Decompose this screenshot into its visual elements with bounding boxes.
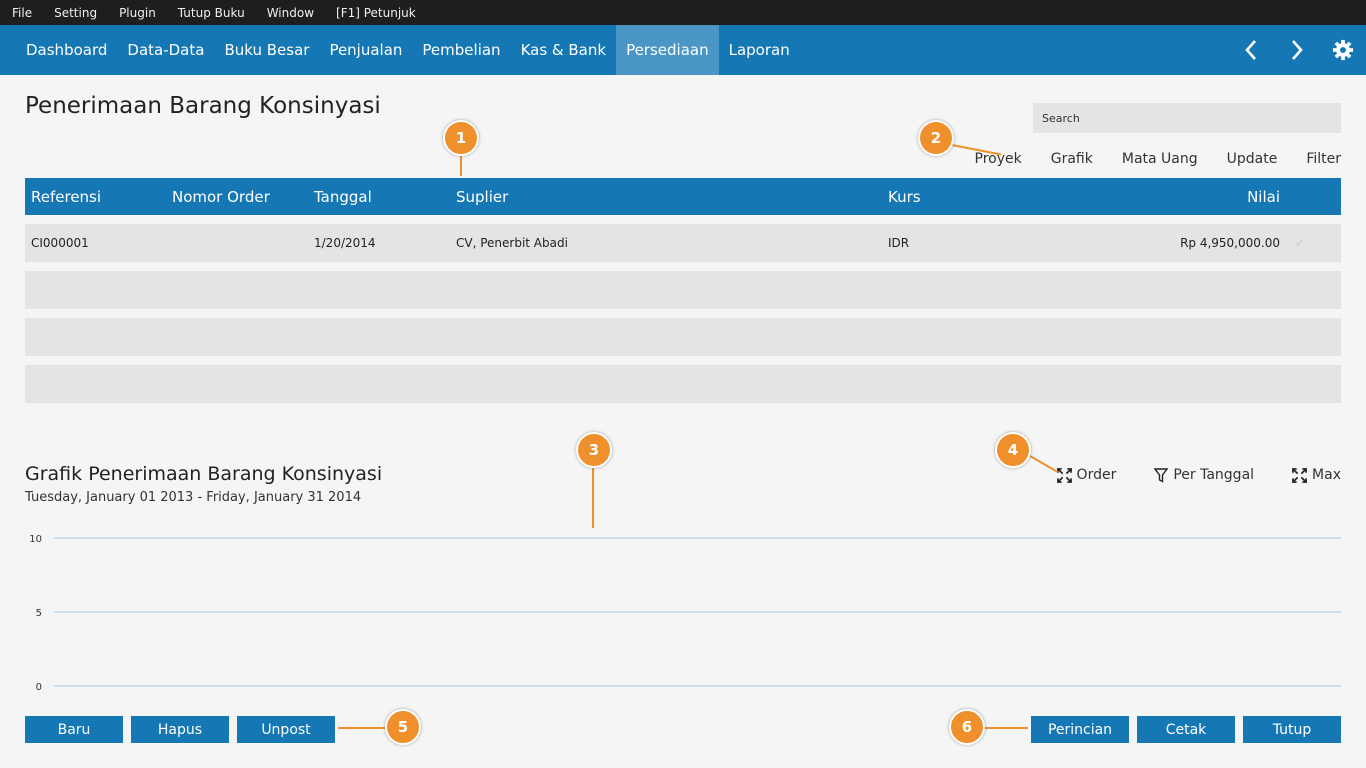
y-tick-label: 0 bbox=[36, 682, 42, 693]
menu-tutup-buku[interactable]: Tutup Buku bbox=[178, 6, 245, 20]
expand-icon bbox=[1056, 467, 1072, 483]
table-row-empty bbox=[25, 271, 1341, 309]
cetak-button[interactable]: Cetak bbox=[1137, 716, 1235, 743]
col-header-kurs[interactable]: Kurs bbox=[888, 188, 921, 206]
perincian-button[interactable]: Perincian bbox=[1031, 716, 1129, 743]
toolbar-grafik[interactable]: Grafik bbox=[1051, 151, 1093, 167]
callout-line-3 bbox=[592, 468, 594, 528]
cell-kurs: IDR bbox=[888, 236, 910, 250]
page-title: Penerimaan Barang Konsinyasi bbox=[25, 93, 381, 119]
nav-right-controls bbox=[1228, 25, 1366, 75]
callout-badge-1: 1 bbox=[443, 120, 479, 156]
search-input[interactable] bbox=[1033, 103, 1341, 133]
cell-tanggal: 1/20/2014 bbox=[314, 236, 376, 250]
chevron-left-icon bbox=[1245, 40, 1256, 60]
cell-nilai: Rp 4,950,000.00 bbox=[1180, 236, 1280, 250]
nav-data-data[interactable]: Data-Data bbox=[117, 25, 214, 75]
chart-order-button[interactable]: Order bbox=[1056, 467, 1117, 483]
chart-tools: Order Per Tanggal Max bbox=[1019, 467, 1341, 483]
nav-laporan[interactable]: Laporan bbox=[719, 25, 800, 75]
col-header-nilai[interactable]: Nilai bbox=[1247, 188, 1280, 206]
nav-kas-bank[interactable]: Kas & Bank bbox=[511, 25, 617, 75]
callout-line-1 bbox=[460, 156, 462, 176]
callout-badge-5: 5 bbox=[385, 709, 421, 745]
table-row-empty bbox=[25, 318, 1341, 356]
toolbar-filter[interactable]: Filter bbox=[1306, 151, 1341, 167]
col-header-tanggal[interactable]: Tanggal bbox=[314, 188, 372, 206]
table-row-empty bbox=[25, 365, 1341, 403]
callout-badge-4: 4 bbox=[995, 432, 1031, 468]
forward-button[interactable] bbox=[1274, 25, 1320, 75]
filter-icon bbox=[1154, 467, 1169, 483]
callout-line-5 bbox=[338, 727, 386, 729]
baru-button[interactable]: Baru bbox=[25, 716, 123, 743]
table-header: Referensi Nomor Order Tanggal Suplier Ku… bbox=[25, 178, 1341, 215]
toolbar-update[interactable]: Update bbox=[1227, 151, 1278, 167]
maximize-icon bbox=[1292, 467, 1307, 483]
col-header-nomor-order[interactable]: Nomor Order bbox=[172, 188, 270, 206]
chart-per-tanggal-label: Per Tanggal bbox=[1173, 467, 1255, 483]
menu-window[interactable]: Window bbox=[267, 6, 314, 20]
chart-max-label: Max bbox=[1312, 467, 1341, 483]
callout-line-6 bbox=[984, 727, 1028, 729]
menu-petunjuk[interactable]: [F1] Petunjuk bbox=[336, 6, 416, 20]
callout-badge-3: 3 bbox=[576, 432, 612, 468]
main-navbar: Dashboard Data-Data Buku Besar Penjualan… bbox=[0, 25, 1366, 75]
col-header-suplier[interactable]: Suplier bbox=[456, 188, 508, 206]
menu-bar: File Setting Plugin Tutup Buku Window [F… bbox=[0, 0, 1366, 25]
unpost-button[interactable]: Unpost bbox=[237, 716, 335, 743]
table-toolbar: Proyek Grafik Mata Uang Update Filter bbox=[946, 151, 1341, 167]
cell-suplier: CV, Penerbit Abadi bbox=[456, 236, 568, 250]
gear-icon bbox=[1332, 39, 1354, 61]
callout-badge-6: 6 bbox=[949, 709, 985, 745]
nav-penjualan[interactable]: Penjualan bbox=[319, 25, 412, 75]
chevron-right-icon bbox=[1292, 40, 1303, 60]
nav-dashboard[interactable]: Dashboard bbox=[16, 25, 117, 75]
menu-plugin[interactable]: Plugin bbox=[119, 6, 156, 20]
menu-file[interactable]: File bbox=[12, 6, 32, 20]
nav-persediaan[interactable]: Persediaan bbox=[616, 25, 719, 75]
toolbar-mata-uang[interactable]: Mata Uang bbox=[1122, 151, 1198, 167]
y-tick-label: 10 bbox=[29, 534, 42, 545]
nav-buku-besar[interactable]: Buku Besar bbox=[214, 25, 319, 75]
y-tick-label: 5 bbox=[36, 608, 42, 619]
chart-max-button[interactable]: Max bbox=[1292, 467, 1341, 483]
nav-pembelian[interactable]: Pembelian bbox=[412, 25, 510, 75]
tutup-button[interactable]: Tutup bbox=[1243, 716, 1341, 743]
table-row[interactable]: CI000001 1/20/2014 CV, Penerbit Abadi ID… bbox=[25, 224, 1341, 262]
chart-date-range: Tuesday, January 01 2013 - Friday, Janua… bbox=[25, 490, 362, 505]
menu-setting[interactable]: Setting bbox=[54, 6, 97, 20]
chart-order-label: Order bbox=[1076, 467, 1117, 483]
checkmark-icon: ✓ bbox=[1294, 236, 1305, 250]
cell-referensi: CI000001 bbox=[31, 236, 89, 250]
chart-title: Grafik Penerimaan Barang Konsinyasi bbox=[25, 463, 383, 485]
back-button[interactable] bbox=[1228, 25, 1274, 75]
callout-badge-2: 2 bbox=[918, 120, 954, 156]
line-chart: 10 5 0 bbox=[29, 534, 1341, 693]
col-header-referensi[interactable]: Referensi bbox=[31, 188, 101, 206]
hapus-button[interactable]: Hapus bbox=[131, 716, 229, 743]
chart-per-tanggal-button[interactable]: Per Tanggal bbox=[1154, 467, 1254, 483]
settings-button[interactable] bbox=[1320, 25, 1366, 75]
